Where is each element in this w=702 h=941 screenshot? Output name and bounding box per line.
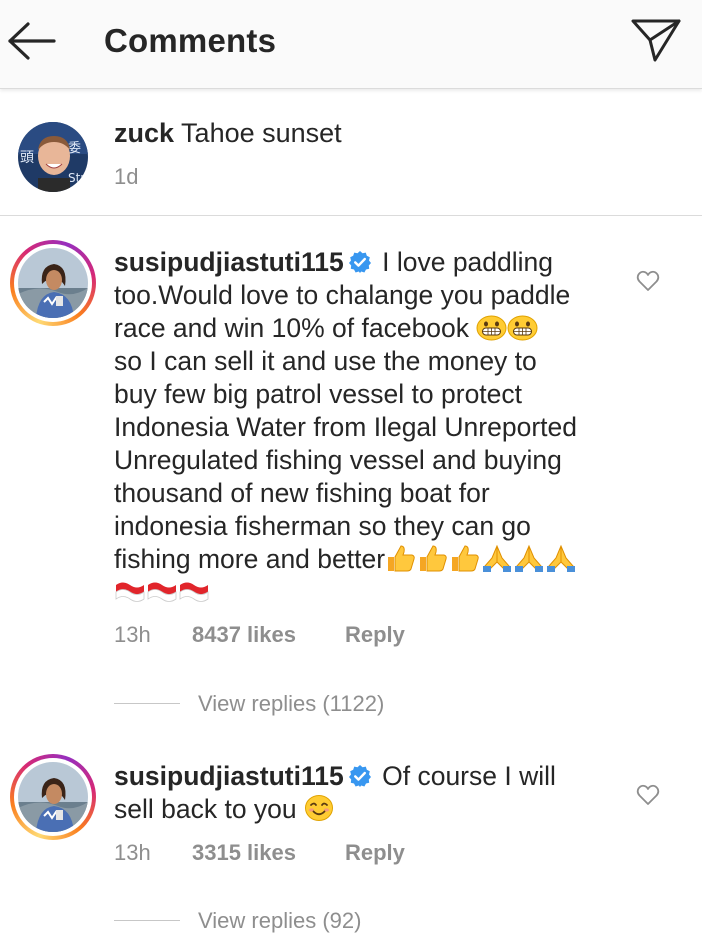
verified-badge-icon <box>348 765 371 787</box>
caption-username[interactable]: zuck <box>114 118 174 148</box>
divider <box>114 920 180 921</box>
caption-text: Tahoe sunset <box>181 118 342 148</box>
svg-text:頭: 頭 <box>20 150 34 166</box>
comment-text: susipudjiastuti115 I love paddling too.W… <box>114 246 614 609</box>
likes-count[interactable]: 3315 likes <box>192 840 296 866</box>
paper-plane-icon[interactable] <box>630 17 682 63</box>
comment-username[interactable]: susipudjiastuti115 <box>114 247 344 277</box>
story-ring[interactable] <box>10 240 96 326</box>
story-ring[interactable] <box>10 754 96 840</box>
thumbs-up-icon <box>385 544 481 574</box>
avatar <box>18 762 88 832</box>
caption-timestamp: 1d <box>114 164 139 189</box>
comment-text: susipudjiastuti115 Of course I will sell… <box>114 761 556 824</box>
comment-timestamp: 13h <box>114 622 151 647</box>
post-caption: 頭 委 Stu zuck Tahoe sunset 1d <box>0 90 702 216</box>
heart-icon[interactable] <box>636 784 660 806</box>
reply-button[interactable]: Reply <box>345 840 405 866</box>
avatar <box>18 248 88 318</box>
indonesia-flag-icon <box>114 577 210 607</box>
top-bar: Comments <box>0 0 702 89</box>
verified-badge-icon <box>348 251 371 273</box>
likes-count[interactable]: 8437 likes <box>192 622 296 648</box>
reply-button[interactable]: Reply <box>345 622 405 648</box>
folded-hands-icon <box>481 544 577 574</box>
smiling-face-icon <box>305 795 334 821</box>
arrow-left-icon[interactable] <box>6 20 58 62</box>
divider <box>114 703 180 704</box>
comment-username[interactable]: susipudjiastuti115 <box>114 761 344 791</box>
avatar[interactable]: 頭 委 Stu <box>18 122 88 192</box>
heart-icon[interactable] <box>636 270 660 292</box>
grinning-face-icon <box>476 315 507 341</box>
grinning-face-icon <box>507 315 538 341</box>
svg-text:Stu: Stu <box>68 171 88 185</box>
page-title: Comments <box>104 22 277 59</box>
svg-text:委: 委 <box>68 141 81 156</box>
comment-timestamp: 13h <box>114 840 151 865</box>
